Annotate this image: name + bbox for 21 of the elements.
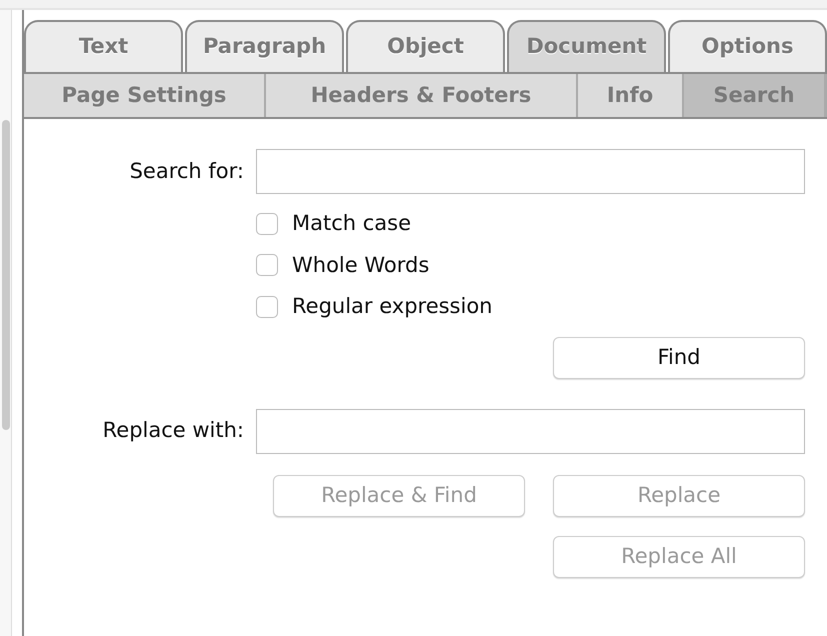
- checkbox[interactable]: [256, 296, 278, 318]
- subtab[interactable]: Page Settings: [24, 74, 264, 117]
- find-button[interactable]: Find: [553, 336, 805, 378]
- subtab[interactable]: Headers & Footers: [266, 74, 576, 117]
- search-label: Search for:: [128, 158, 244, 185]
- tab[interactable]: Document: [507, 20, 666, 72]
- search-field[interactable]: [256, 149, 805, 194]
- tab[interactable]: Text: [24, 20, 183, 72]
- checkbox-label: Whole Words: [292, 252, 430, 278]
- subtab[interactable]: Search: [684, 74, 824, 117]
- checkbox-label: Match case: [292, 210, 412, 237]
- tab[interactable]: Object: [346, 20, 505, 72]
- checkbox[interactable]: [256, 254, 278, 276]
- replace-label: Replace with:: [102, 417, 244, 444]
- scrollbar-thumb[interactable]: [2, 120, 10, 430]
- replace-field[interactable]: [256, 408, 805, 454]
- checkbox[interactable]: [256, 212, 278, 235]
- tab[interactable]: Options: [668, 20, 827, 72]
- subtab[interactable]: Info: [578, 74, 682, 117]
- tab[interactable]: Paragraph: [185, 20, 344, 72]
- checkbox-label: Regular expression: [292, 293, 492, 320]
